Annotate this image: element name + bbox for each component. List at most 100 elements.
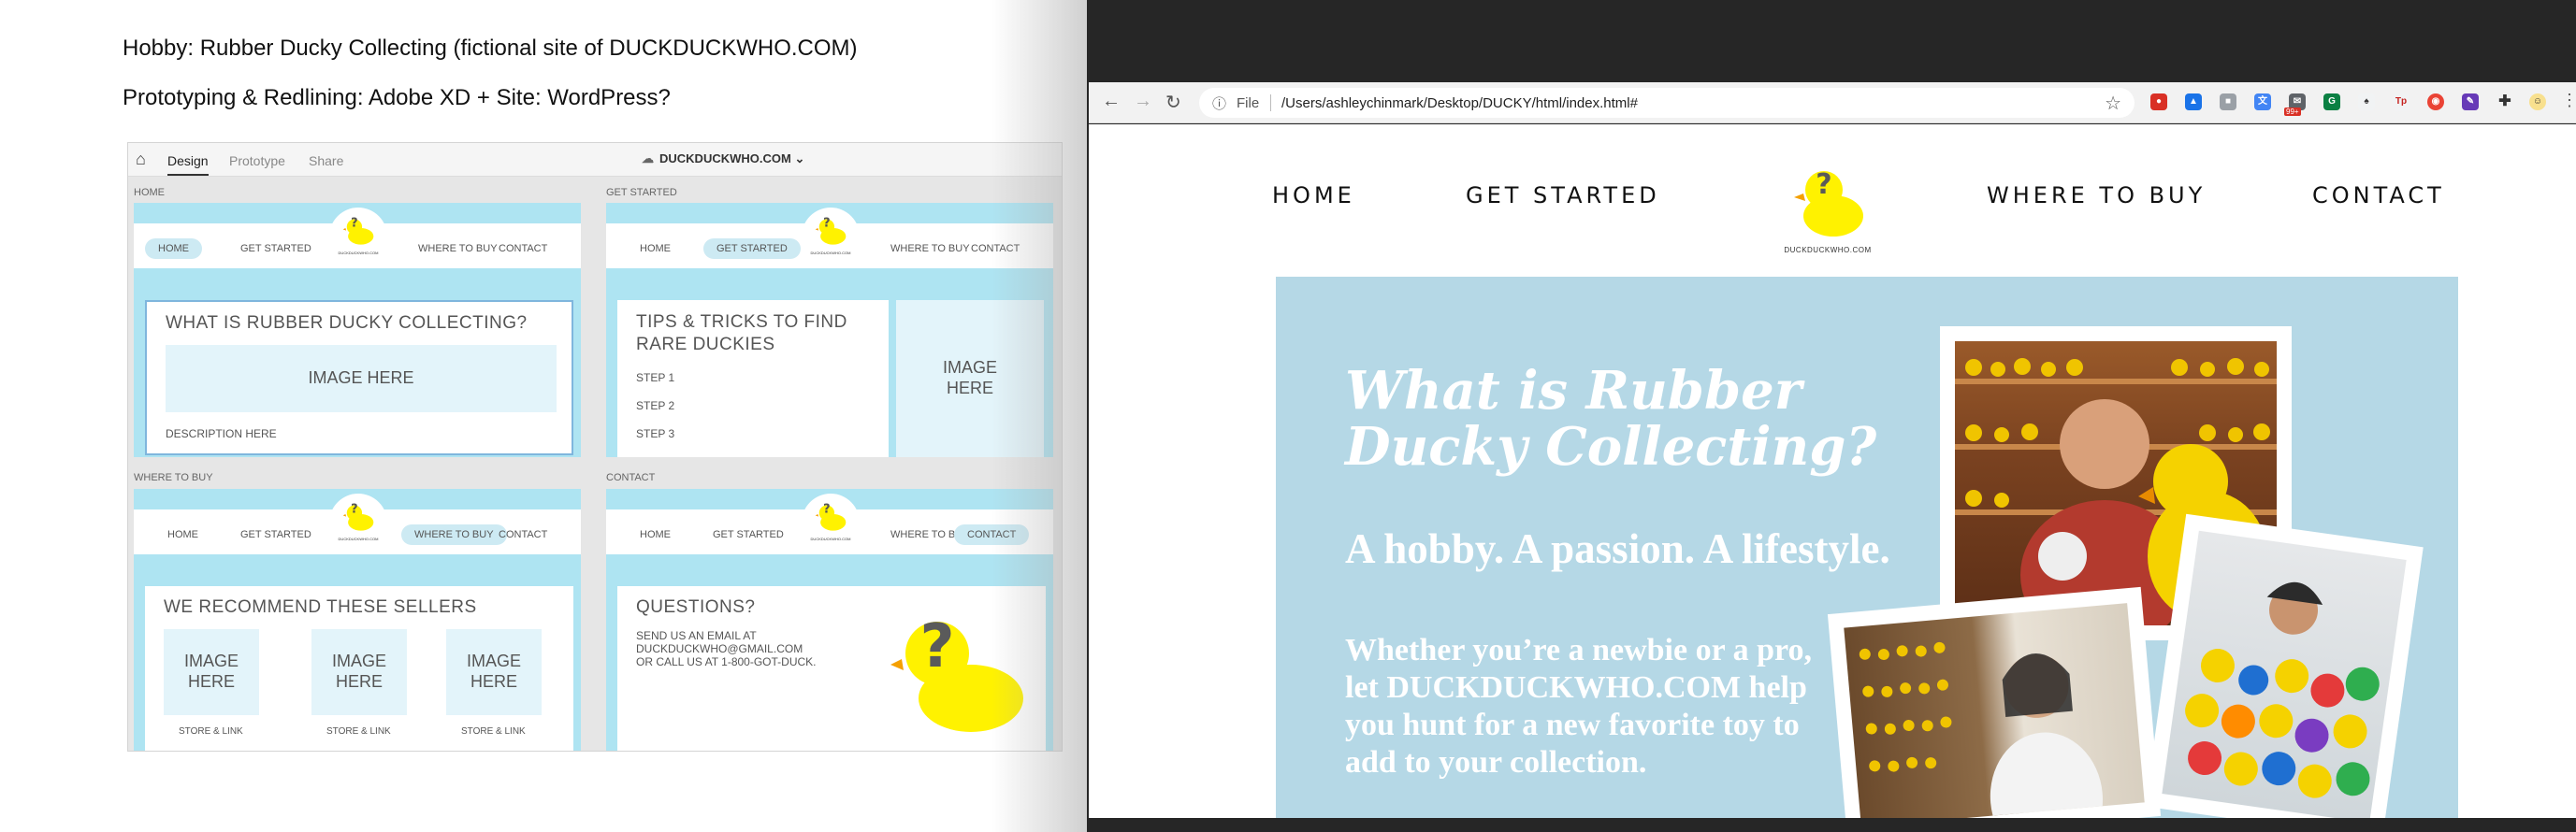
artboard-card: TIPS & TRICKS TO FIND RARE DUCKIES STEP …: [617, 300, 889, 457]
duck-logo-icon: ?: [815, 217, 847, 245]
hero-section: What is Rubber Ducky Collecting? A hobby…: [1276, 277, 2458, 818]
photo-collector-woman: [1827, 586, 2162, 818]
adobe-xd-window: ⌂ Design Prototype Share ☁ DUCKDUCKWHO.CO…: [127, 142, 1063, 752]
tab-design[interactable]: Design: [167, 153, 209, 176]
card-heading: WHAT IS RUBBER DUCKY COLLECTING?: [166, 313, 528, 333]
bookmark-star-icon[interactable]: ☆: [2105, 92, 2121, 115]
slide-edge-shadow: [991, 0, 1087, 832]
tools-extension-icon[interactable]: ♠: [2358, 93, 2375, 110]
svg-text:?: ?: [351, 503, 358, 517]
store-link-1: STORE & LINK: [179, 726, 243, 737]
artboard-label-home: HOME: [134, 187, 165, 198]
card-heading: TIPS & TRICKS TO FIND RARE DUCKIES: [636, 312, 847, 354]
adblock-extension-icon[interactable]: ●: [2150, 93, 2167, 110]
chrome-extension-icon[interactable]: ◉: [2427, 93, 2444, 110]
artboard-label-contact: CONTACT: [606, 472, 656, 483]
nav-home: HOME: [145, 238, 202, 259]
duck-logo-icon: ?: [342, 503, 374, 531]
site-nav-home[interactable]: HOME: [1272, 182, 1355, 208]
seller-image-3: IMAGE HERE: [446, 629, 542, 715]
web-page: HOME GET STARTED ? DUCKDUCKWHO.COM WHERE…: [1089, 124, 2576, 818]
artboard-card: QUESTIONS? SEND US AN EMAIL AT DUCKDUCKW…: [617, 586, 1046, 751]
seller-image-2: IMAGE HERE: [311, 629, 407, 715]
omnibox-separator: [1270, 94, 1271, 111]
artboard-label-get-started: GET STARTED: [606, 187, 677, 198]
nav-home: HOME: [167, 529, 198, 540]
forward-icon[interactable]: →: [1134, 91, 1152, 112]
address-bar[interactable]: ⓘ File /Users/ashleychinmark/Desktop/DUC…: [1199, 88, 2135, 118]
puzzle-extensions-icon[interactable]: ✚: [2496, 93, 2513, 110]
artboard-logo: ? DUCKDUCKWHO.COM: [802, 208, 860, 265]
artboard-contact[interactable]: HOME GET STARTED WHERE TO BUY CONTACT ? …: [606, 489, 1053, 751]
svg-text:?: ?: [823, 217, 831, 231]
contact-phone: OR CALL US AT 1-800-GOT-DUCK.: [636, 655, 817, 668]
info-icon[interactable]: ⓘ: [1212, 93, 1226, 113]
back-icon[interactable]: ←: [1102, 91, 1121, 112]
xd-document-title[interactable]: ☁ DUCKDUCKWHO.COM ⌄: [642, 151, 804, 166]
step-2: STEP 2: [636, 399, 675, 412]
slide-hobby-line: Hobby: Rubber Ducky Collecting (fictiona…: [123, 36, 858, 61]
cloud-icon: ☁: [642, 151, 654, 165]
window-bottom-edge: [1087, 818, 2576, 832]
tab-prototype[interactable]: Prototype: [229, 153, 285, 168]
nav-home: HOME: [640, 529, 671, 540]
nav-get-started: GET STARTED: [240, 529, 311, 540]
duck-bathtub-image: [2162, 530, 2407, 818]
tab-share[interactable]: Share: [309, 153, 343, 168]
duck-logo-icon: ?: [1794, 168, 1863, 237]
nav-get-started: GET STARTED: [703, 238, 801, 259]
hero-subtitle: A hobby. A passion. A lifestyle.: [1345, 525, 1890, 572]
nav-contact: CONTACT: [499, 243, 548, 254]
image-placeholder: IMAGE HERE: [166, 345, 557, 412]
eyedropper-extension-icon[interactable]: ✎: [2462, 93, 2479, 110]
artboard-logo: ? DUCKDUCKWHO.COM: [329, 208, 387, 265]
card-heading: QUESTIONS?: [636, 597, 756, 617]
xd-toolbar: ⌂ Design Prototype Share ☁ DUCKDUCKWHO.CO…: [128, 143, 1062, 177]
svg-text:?: ?: [1816, 168, 1831, 201]
artboard-home[interactable]: HOME GET STARTED WHERE TO BUY CONTACT ? …: [134, 203, 581, 457]
profile-avatar-icon[interactable]: ☺: [2529, 93, 2546, 110]
collector-woman-image: [1844, 603, 2145, 818]
nav-get-started: GET STARTED: [713, 529, 784, 540]
photo-duck-bathtub: [2145, 513, 2424, 818]
browser-window: ← → ↻ ⓘ File /Users/ashleychinmark/Deskt…: [1087, 0, 2576, 832]
artboard-where-to-buy[interactable]: HOME GET STARTED WHERE TO BUY CONTACT ? …: [134, 489, 581, 751]
site-logo-text: DUCKDUCKWHO.COM: [1784, 246, 1872, 254]
duck-logo-icon: ?: [815, 503, 847, 531]
chevron-down-icon: ⌄: [794, 151, 805, 165]
menu-kebab-icon[interactable]: ⋮: [2561, 91, 2576, 110]
tp-extension-icon[interactable]: Tp: [2393, 93, 2410, 110]
extension-icon[interactable]: ■: [2220, 93, 2236, 110]
reload-icon[interactable]: ↻: [1165, 91, 1181, 114]
contact-email: DUCKDUCKWHO@GMAIL.COM: [636, 642, 803, 655]
drive-extension-icon[interactable]: ▲: [2185, 93, 2202, 110]
site-nav-get-started[interactable]: GET STARTED: [1466, 182, 1660, 208]
artboard-get-started[interactable]: HOME GET STARTED WHERE TO BUY CONTACT ? …: [606, 203, 1053, 457]
store-link-3: STORE & LINK: [461, 726, 526, 737]
site-logo[interactable]: ? DUCKDUCKWHO.COM: [1781, 151, 1874, 254]
nav-home: HOME: [640, 243, 671, 254]
browser-toolbar: ← → ↻ ⓘ File /Users/ashleychinmark/Deskt…: [1089, 82, 2576, 123]
translate-extension-icon[interactable]: 文: [2254, 93, 2271, 110]
hero-body: Whether you’re a newbie or a pro, let DU…: [1345, 633, 1812, 780]
site-nav-where-to-buy[interactable]: WHERE TO BUY: [1987, 182, 2206, 208]
browser-tab-strip: [1087, 0, 2576, 79]
step-1: STEP 1: [636, 371, 675, 384]
store-link-2: STORE & LINK: [326, 726, 391, 737]
svg-text:?: ?: [919, 612, 954, 681]
svg-text:?: ?: [351, 217, 358, 231]
grammar-extension-icon[interactable]: G: [2323, 93, 2340, 110]
description-placeholder: DESCRIPTION HERE: [166, 427, 277, 440]
presentation-slide: Hobby: Rubber Ducky Collecting (fictiona…: [0, 0, 1087, 832]
artboard-card: WHAT IS RUBBER DUCKY COLLECTING? IMAGE H…: [145, 300, 573, 455]
home-icon[interactable]: ⌂: [136, 150, 146, 169]
card-heading: WE RECOMMEND THESE SELLERS: [164, 597, 477, 617]
artboard-label-where-to-buy: WHERE TO BUY: [134, 472, 213, 483]
step-3: STEP 3: [636, 427, 675, 440]
artboard-logo: ? DUCKDUCKWHO.COM: [802, 494, 860, 552]
nav-get-started: GET STARTED: [240, 243, 311, 254]
slide-tools-line: Prototyping & Redlining: Adobe XD + Site…: [123, 85, 671, 110]
url-text[interactable]: /Users/ashleychinmark/Desktop/DUCKY/html…: [1281, 95, 1638, 111]
artboard-card: WE RECOMMEND THESE SELLERS IMAGE HERE IM…: [145, 586, 573, 751]
site-nav-contact[interactable]: CONTACT: [2312, 182, 2445, 208]
